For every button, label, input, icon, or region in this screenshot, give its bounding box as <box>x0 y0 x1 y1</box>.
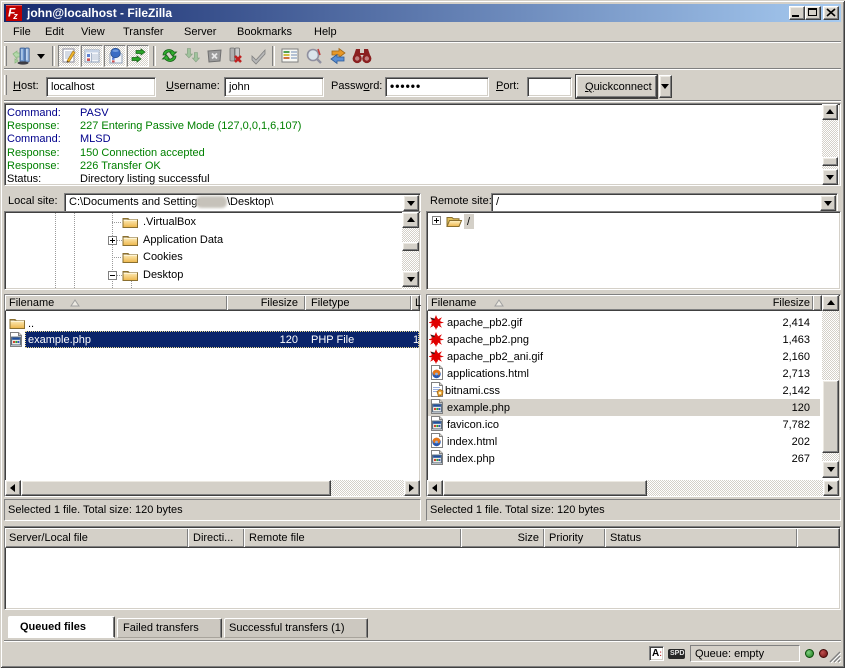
svg-text:z: z <box>12 11 18 21</box>
